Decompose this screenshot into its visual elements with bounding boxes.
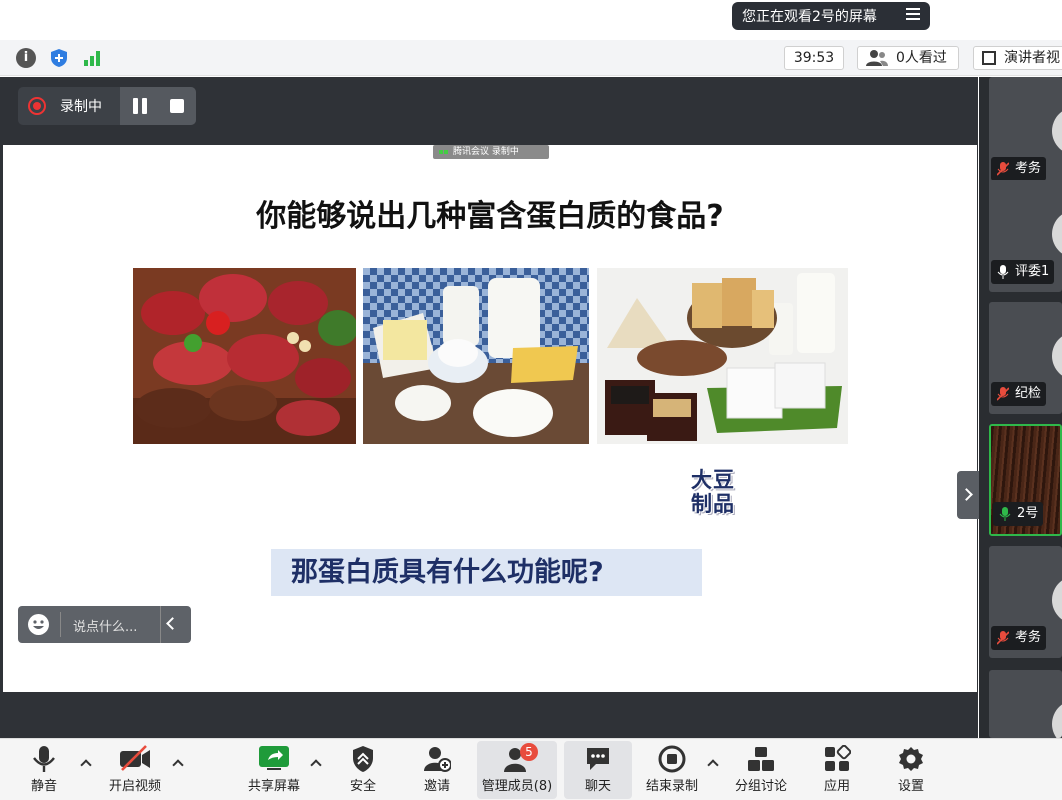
- manage-members-button[interactable]: 5 管理成员(8): [477, 741, 557, 799]
- recording-indicator: 录制中: [18, 87, 196, 125]
- mute-options-chevron-up-icon[interactable]: [80, 759, 92, 771]
- emoji-icon[interactable]: [28, 614, 49, 635]
- participant-name-tag: 纪检: [991, 382, 1047, 406]
- tencent-watermark: 腾讯会议 录制中: [433, 145, 549, 159]
- security-shield-icon: [353, 746, 373, 772]
- shared-screen-stage: 录制中 腾讯会议 录制中 你能够说出几种富含蛋白质的食品? 大豆 制品 那蛋白质…: [0, 77, 979, 738]
- slide-title: 你能够说出几种富含蛋白质的食品?: [256, 199, 724, 234]
- sidebar-toggle-chevron-right-icon[interactable]: [957, 471, 979, 519]
- menu-icon[interactable]: [906, 8, 920, 22]
- mic-icon: [997, 265, 1009, 279]
- video-off-icon: [120, 745, 150, 771]
- mic-muted-icon: [997, 162, 1009, 176]
- avatar: [1052, 576, 1062, 624]
- soy-products-label: 大豆 制品: [691, 468, 735, 516]
- viewing-status-text: 您正在观看2号的屏幕: [742, 9, 877, 25]
- viewers-count[interactable]: 0人看过: [857, 46, 959, 70]
- settings-button[interactable]: 设置: [884, 739, 938, 800]
- avatar: [1052, 332, 1062, 380]
- signal-icon[interactable]: [82, 48, 102, 68]
- microphone-icon: [33, 746, 55, 772]
- slide-question: 那蛋白质具有什么功能呢?: [271, 549, 702, 596]
- apps-grid-icon: [825, 745, 851, 771]
- chevron-left-icon[interactable]: [166, 617, 179, 630]
- gear-icon: [899, 747, 923, 771]
- participant-name-tag: 评委1: [991, 260, 1055, 284]
- participant-tile[interactable]: [989, 670, 1062, 738]
- participant-sidebar: 考务 评委1 纪检 2号 考务: [979, 77, 1062, 738]
- chat-bubble-icon: [587, 748, 609, 770]
- info-icon[interactable]: i: [16, 48, 36, 68]
- dairy-photo: [363, 268, 589, 444]
- participant-name-tag: 考务: [991, 626, 1047, 650]
- meat-photo: [133, 268, 356, 444]
- soy-products-photo: [597, 268, 848, 444]
- avatar: [1052, 700, 1062, 738]
- mic-muted-icon: [997, 387, 1009, 401]
- meeting-info-bar: i 39:53 0人看过 演讲者视: [0, 40, 1062, 76]
- viewers-label: 0人看过: [896, 50, 947, 66]
- top-bar: 您正在观看2号的屏幕: [0, 0, 1062, 40]
- security-button[interactable]: 安全: [336, 739, 390, 800]
- participant-tile[interactable]: 评委1: [989, 180, 1062, 292]
- mic-muted-icon: [997, 631, 1009, 645]
- record-dot-icon: [28, 97, 46, 115]
- stop-record-icon: [658, 745, 686, 773]
- apps-button[interactable]: 应用: [810, 739, 864, 800]
- share-options-chevron-up-icon[interactable]: [310, 759, 322, 771]
- participant-tile-active-speaker[interactable]: 2号: [989, 424, 1062, 536]
- start-video-button[interactable]: 开启视频: [100, 739, 170, 800]
- chat-quick-input[interactable]: 说点什么...: [18, 606, 191, 643]
- video-options-chevron-up-icon[interactable]: [172, 759, 184, 771]
- members-count-badge: 5: [520, 743, 538, 761]
- participant-name-tag: 考务: [991, 157, 1047, 181]
- share-screen-button[interactable]: 共享屏幕: [238, 739, 310, 800]
- recording-controls: [120, 87, 196, 125]
- presenter-view-label: 演讲者视: [1004, 50, 1060, 66]
- avatar: [1052, 210, 1062, 258]
- stop-icon[interactable]: [170, 99, 184, 113]
- viewing-status-pill[interactable]: 您正在观看2号的屏幕: [732, 2, 930, 30]
- participant-tile[interactable]: 考务: [989, 546, 1062, 658]
- mute-button[interactable]: 静音: [14, 739, 74, 800]
- recording-label: 录制中: [60, 99, 102, 115]
- participant-tile[interactable]: 纪检: [989, 302, 1062, 414]
- breakout-rooms-icon: [748, 747, 774, 771]
- users-icon: [866, 50, 888, 66]
- presenter-view-button[interactable]: 演讲者视: [973, 46, 1062, 70]
- end-recording-button[interactable]: 结束录制: [640, 739, 704, 800]
- chat-button[interactable]: 聊天: [564, 741, 632, 799]
- meeting-timer: 39:53: [784, 46, 844, 70]
- avatar: [1052, 107, 1062, 155]
- mic-active-icon: [999, 507, 1011, 521]
- meeting-toolbar: 静音 开启视频 共享屏幕 安全 邀请 5 管理成员(8) 聊天 结束录制 分组讨…: [0, 738, 1062, 800]
- record-options-chevron-up-icon[interactable]: [707, 759, 719, 771]
- participant-name-tag: 2号: [993, 502, 1044, 526]
- share-screen-icon: [259, 746, 289, 770]
- pause-icon[interactable]: [132, 98, 148, 114]
- chat-placeholder[interactable]: 说点什么...: [73, 616, 137, 635]
- layout-icon: [982, 51, 996, 65]
- shield-icon[interactable]: [49, 48, 69, 68]
- participant-tile[interactable]: 考务: [989, 77, 1062, 189]
- add-user-icon: [424, 747, 451, 772]
- invite-button[interactable]: 邀请: [410, 739, 464, 800]
- breakout-rooms-button[interactable]: 分组讨论: [728, 739, 794, 800]
